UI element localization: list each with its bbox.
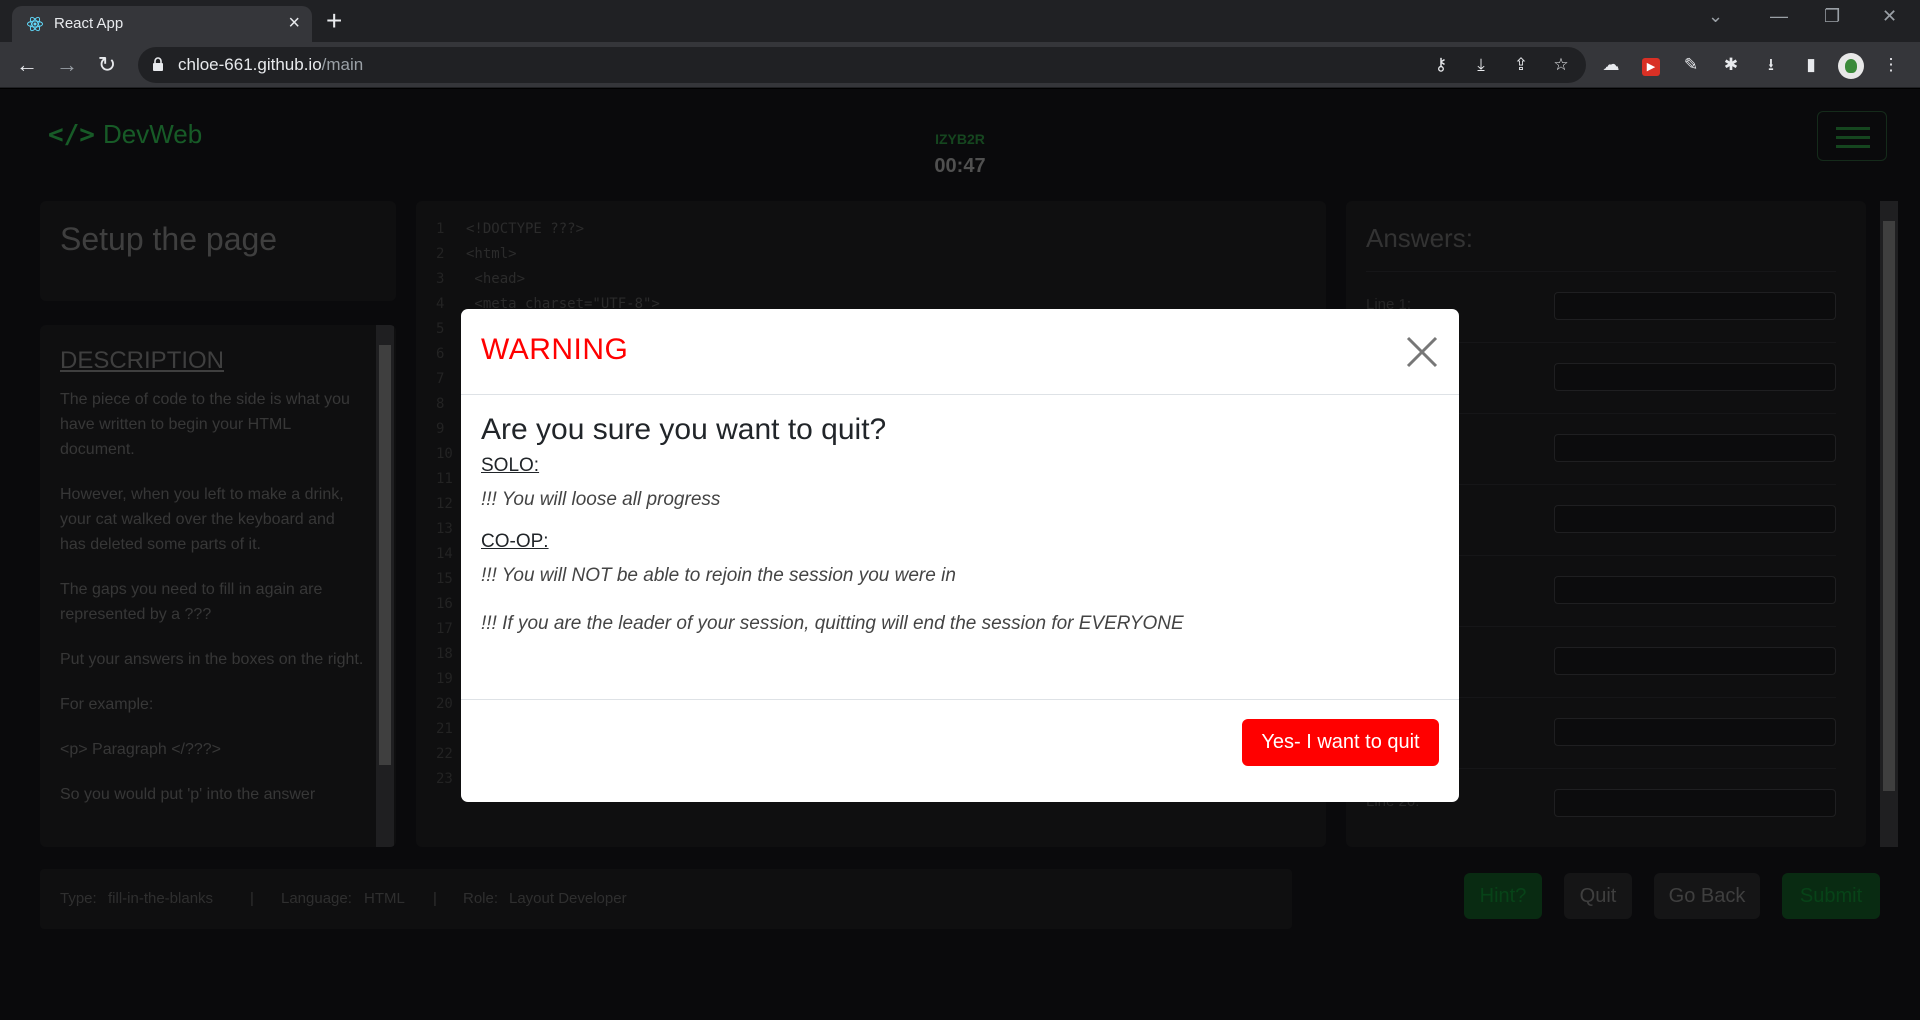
install-icon[interactable]: ⤓	[1470, 54, 1492, 76]
coop-heading: CO-OP:	[481, 531, 549, 552]
description-paragraph: <p> Paragraph </???>	[60, 741, 222, 758]
answer-input[interactable]	[1554, 718, 1836, 746]
description-paragraph: For example:	[60, 696, 154, 713]
forward-icon[interactable]: →	[52, 50, 82, 80]
window-close-icon[interactable]: ✕	[1882, 6, 1897, 27]
profile-avatar[interactable]	[1838, 53, 1864, 79]
role-label: Role:	[463, 890, 499, 907]
modal-footer: Yes- I want to quit	[461, 699, 1459, 802]
info-separator: |	[433, 890, 437, 907]
answer-input[interactable]	[1554, 576, 1836, 604]
red-extension-icon[interactable]: ▶	[1638, 53, 1664, 77]
line-number: 2	[436, 246, 445, 262]
url-text: chloe-661.github.io/main	[178, 55, 364, 74]
solo-warning: !!! You will loose all progress	[481, 489, 721, 510]
react-icon	[27, 16, 43, 32]
go-back-button[interactable]: Go Back	[1654, 873, 1760, 919]
type-label: Type:	[60, 890, 97, 907]
code-line: 3 <head>	[436, 271, 525, 296]
task-title-panel: Setup the page	[40, 201, 396, 301]
answer-input[interactable]	[1554, 647, 1836, 675]
bookmark-star-icon[interactable]: ☆	[1550, 54, 1572, 76]
menu-dots-icon[interactable]: ⋮	[1878, 53, 1904, 77]
timer: 00:47	[934, 155, 986, 177]
answer-input[interactable]	[1554, 505, 1836, 533]
side-panel-icon[interactable]: ▮	[1798, 53, 1824, 77]
line-number: 3	[436, 271, 445, 287]
quit-warning-modal: WARNING Are you sure you want to quit? S…	[461, 309, 1459, 802]
answer-input[interactable]	[1554, 789, 1836, 817]
new-tab-icon[interactable]: +	[326, 7, 342, 35]
address-bar[interactable]: chloe-661.github.io/main ⚷ ⤓ ⇪ ☆	[138, 47, 1586, 83]
modal-title: WARNING	[481, 333, 629, 366]
page-scrollbar-thumb[interactable]	[1883, 221, 1895, 791]
code-line: 1 <!DOCTYPE ???>	[436, 221, 584, 246]
hint-button[interactable]: Hint?	[1464, 873, 1542, 919]
coop-warning-leader: !!! If you are the leader of your sessio…	[481, 613, 1184, 634]
answer-input[interactable]	[1554, 434, 1836, 462]
key-icon[interactable]: ⚷	[1430, 54, 1452, 76]
code-text: <!DOCTYPE ???>	[466, 221, 585, 237]
description-paragraph: The gaps you need to fill in again are r…	[60, 581, 323, 623]
quit-question: Are you sure you want to quit?	[481, 413, 887, 446]
minimize-icon[interactable]: —	[1770, 6, 1788, 27]
confirm-quit-button[interactable]: Yes- I want to quit	[1242, 719, 1439, 766]
coop-warning-rejoin: !!! You will NOT be able to rejoin the s…	[481, 565, 956, 586]
browser-tab[interactable]: React App ×	[12, 6, 312, 42]
browser-toolbar: ← → ↻ chloe-661.github.io/main ⚷ ⤓ ⇪ ☆ ☁…	[0, 42, 1920, 88]
lock-icon	[153, 57, 163, 71]
type-value: fill-in-the-blanks	[108, 890, 214, 907]
line-number: 1	[436, 221, 445, 237]
description-paragraph: The piece of code to the side is what yo…	[60, 391, 350, 458]
modal-header: WARNING	[461, 309, 1459, 395]
task-title: Setup the page	[60, 221, 278, 257]
close-icon[interactable]	[1405, 335, 1439, 369]
language-label: Language:	[281, 890, 352, 907]
code-line: 2 <html>	[436, 246, 517, 271]
description-scrollbar[interactable]	[376, 325, 394, 847]
reload-icon[interactable]: ↻	[92, 50, 122, 80]
description-heading: DESCRIPTION	[60, 347, 225, 374]
page-scrollbar[interactable]	[1880, 201, 1898, 847]
tab-title: React App	[54, 15, 124, 32]
quit-button[interactable]: Quit	[1564, 873, 1632, 919]
restore-icon[interactable]: ❐	[1824, 6, 1840, 27]
role-value: Layout Developer	[509, 890, 627, 907]
menu-hamburger-icon[interactable]	[1817, 111, 1887, 161]
scrollbar-thumb[interactable]	[379, 345, 391, 765]
answers-title: Answers:	[1366, 223, 1473, 253]
share-icon[interactable]: ⇪	[1510, 54, 1532, 76]
code-icon: </>	[48, 120, 95, 150]
puzzle-icon[interactable]: ✱	[1718, 53, 1744, 77]
answer-input[interactable]	[1554, 292, 1836, 320]
code-text: <head>	[466, 271, 526, 287]
session-code: IZYB2R	[935, 131, 985, 147]
answer-input[interactable]	[1554, 363, 1836, 391]
browser-tab-bar: React App × + ⌄ — ❐ ✕	[0, 0, 1920, 42]
cloud-extension-icon[interactable]: ☁	[1598, 53, 1624, 77]
description-paragraph: However, when you left to make a drink, …	[60, 486, 344, 553]
language-value: HTML	[364, 890, 405, 907]
description-panel: DESCRIPTION The piece of code to the sid…	[40, 325, 396, 847]
back-icon[interactable]: ←	[12, 50, 42, 80]
pen-extension-icon[interactable]: ✎	[1678, 53, 1704, 77]
tab-close-icon[interactable]: ×	[288, 12, 300, 34]
download-icon[interactable]: ⭳	[1758, 53, 1784, 77]
modal-body: Are you sure you want to quit? SOLO: !!!…	[481, 413, 1441, 635]
code-text: <html>	[466, 246, 517, 262]
tab-search-icon[interactable]: ⌄	[1708, 6, 1723, 27]
task-info-bar: Type: fill-in-the-blanks | Language: HTM…	[40, 869, 1292, 929]
submit-button[interactable]: Submit	[1782, 873, 1880, 919]
info-separator: |	[250, 890, 254, 907]
description-text: The piece of code to the side is what yo…	[60, 387, 365, 827]
description-paragraph: So you would put 'p' into the answer	[60, 786, 316, 803]
solo-heading: SOLO:	[481, 455, 540, 476]
description-paragraph: Put your answers in the boxes on the rig…	[60, 651, 364, 668]
brand-logo[interactable]: </> DevWeb	[48, 119, 202, 150]
